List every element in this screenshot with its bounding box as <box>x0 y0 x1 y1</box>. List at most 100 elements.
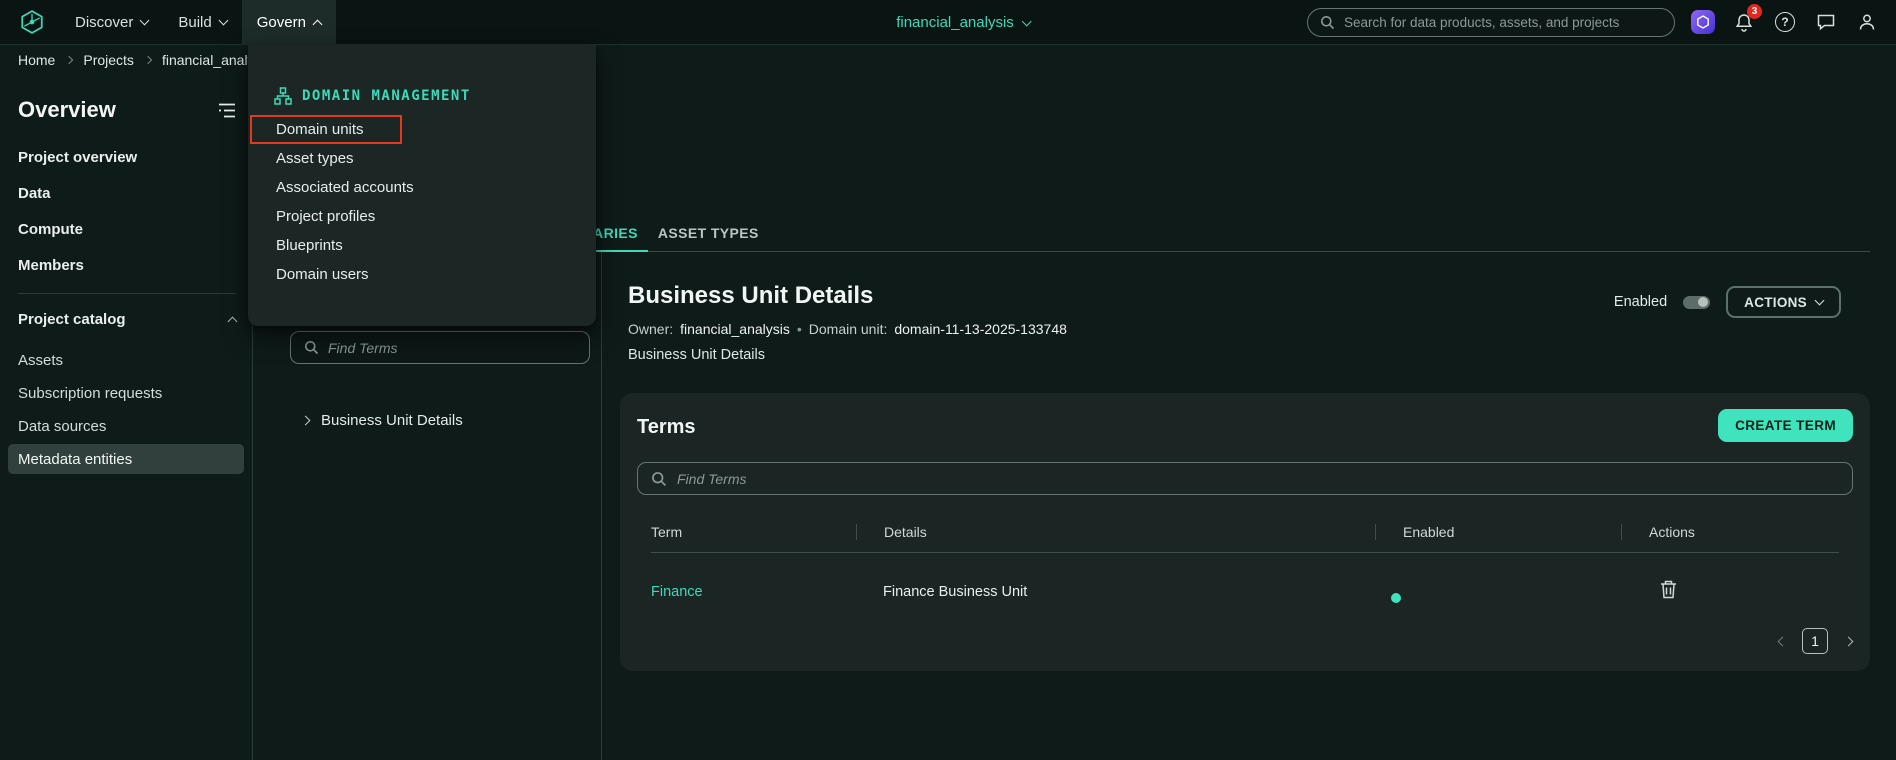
breadcrumb-projects[interactable]: Projects <box>83 52 134 68</box>
sidebar-item-compute[interactable]: Compute <box>18 221 236 238</box>
notification-count-badge: 3 <box>1747 4 1762 19</box>
sidebar-item-members[interactable]: Members <box>18 257 236 274</box>
top-navigation-bar: Discover Build Govern financial_analysis <box>0 0 1896 45</box>
table-row: Finance Finance Business Unit <box>651 553 1839 603</box>
feedback-chat-icon[interactable] <box>1813 9 1839 35</box>
terms-card-header: Terms CREATE TERM <box>637 393 1853 442</box>
terms-card: Terms CREATE TERM Term Details Enabled A… <box>620 393 1870 671</box>
project-selector-label: financial_analysis <box>896 14 1014 31</box>
chevron-right-icon <box>144 56 152 64</box>
topbar-right-controls: 3 ? <box>1307 8 1880 37</box>
search-icon <box>1320 15 1335 30</box>
column-actions: Actions <box>1621 524 1839 540</box>
sidebar-item-assets[interactable]: Assets <box>8 345 244 375</box>
enabled-label: Enabled <box>1614 294 1667 310</box>
user-profile-icon[interactable] <box>1854 9 1880 35</box>
meta-separator: • <box>797 321 802 337</box>
previous-page-button[interactable] <box>1775 638 1789 645</box>
chevron-down-icon <box>140 16 150 26</box>
chevron-down-icon <box>1021 16 1031 26</box>
actions-button-label: ACTIONS <box>1744 295 1807 310</box>
term-link-finance[interactable]: Finance <box>651 584 703 600</box>
chevron-down-icon <box>1815 296 1825 306</box>
sidebar-divider <box>18 293 236 294</box>
actions-button[interactable]: ACTIONS <box>1726 286 1841 318</box>
domain-unit-value: domain-11-13-2025-133748 <box>894 321 1067 337</box>
column-details: Details <box>856 524 1375 540</box>
glossary-details-panel: Business Unit Details Owner: financial_a… <box>602 252 1896 760</box>
nav-discover[interactable]: Discover <box>60 0 163 45</box>
glossary-search[interactable] <box>290 331 590 364</box>
create-term-button[interactable]: CREATE TERM <box>1718 409 1853 442</box>
pagination: 1 <box>1775 628 1855 654</box>
sidebar-section-project-catalog[interactable]: Project catalog <box>18 311 236 328</box>
chevron-right-icon <box>65 56 73 64</box>
chevron-down-icon <box>218 16 228 26</box>
sidebar-item-subscription-requests[interactable]: Subscription requests <box>8 378 244 408</box>
app-logo-icon[interactable] <box>18 8 46 36</box>
global-search[interactable] <box>1307 8 1675 37</box>
glossary-description: Business Unit Details <box>628 347 1870 363</box>
menu-item-project-profiles[interactable]: Project profiles <box>248 202 596 231</box>
menu-item-associated-accounts[interactable]: Associated accounts <box>248 173 596 202</box>
search-icon <box>651 471 667 487</box>
breadcrumb-home[interactable]: Home <box>18 52 55 68</box>
page-number[interactable]: 1 <box>1802 628 1828 654</box>
owner-value: financial_analysis <box>680 321 790 337</box>
chevron-right-icon <box>301 416 311 426</box>
project-sidebar: Overview Project overview Data Compute M… <box>0 75 253 760</box>
notifications-bell-icon[interactable]: 3 <box>1731 9 1757 35</box>
sidebar-item-project-overview[interactable]: Project overview <box>18 149 236 166</box>
chevron-up-icon <box>228 317 238 327</box>
domain-management-heading: DOMAIN MANAGEMENT <box>302 88 471 104</box>
terms-title: Terms <box>637 416 696 439</box>
column-enabled: Enabled <box>1375 524 1621 540</box>
govern-dropdown-menu: DOMAIN MANAGEMENT Domain units Asset typ… <box>248 45 596 326</box>
term-details: Finance Business Unit <box>856 584 1375 600</box>
nav-govern-label: Govern <box>257 14 306 31</box>
highlight-box: Domain units <box>250 115 402 144</box>
menu-item-blueprints[interactable]: Blueprints <box>248 231 596 260</box>
nav-build-label: Build <box>178 14 211 31</box>
sidebar-item-metadata-entities[interactable]: Metadata entities <box>8 444 244 474</box>
nav-govern[interactable]: Govern <box>242 0 336 45</box>
sidebar-title: Overview <box>18 97 116 123</box>
next-page-button[interactable] <box>1841 638 1855 645</box>
amazon-q-icon[interactable] <box>1690 9 1716 35</box>
search-icon <box>304 340 319 355</box>
domain-hierarchy-icon <box>274 87 292 105</box>
menu-item-domain-users[interactable]: Domain users <box>248 260 596 289</box>
nav-build[interactable]: Build <box>163 0 241 45</box>
glossary-split-view: Business Unit Details Business Unit Deta… <box>253 252 1896 760</box>
sidebar-header: Overview <box>18 97 236 123</box>
glossary-search-input[interactable] <box>328 340 576 356</box>
glossary-meta: Owner: financial_analysis • Domain unit:… <box>628 321 1870 337</box>
global-search-input[interactable] <box>1344 15 1662 30</box>
terms-table-header: Term Details Enabled Actions <box>651 495 1839 553</box>
glossary-enabled-toggle[interactable] <box>1683 296 1710 309</box>
project-selector[interactable]: financial_analysis <box>896 0 1030 45</box>
terms-search[interactable] <box>637 462 1853 495</box>
menu-item-asset-types[interactable]: Asset types <box>248 144 596 173</box>
menu-item-domain-units[interactable]: Domain units <box>252 117 400 142</box>
owner-label: Owner: <box>628 321 673 337</box>
tab-asset-types[interactable]: ASSET TYPES <box>648 225 769 251</box>
glossary-tree-item[interactable]: Business Unit Details <box>290 412 601 429</box>
help-icon[interactable]: ? <box>1772 9 1798 35</box>
glossary-header-controls: Enabled ACTIONS <box>1614 286 1841 318</box>
project-catalog-items: Assets Subscription requests Data source… <box>18 345 236 474</box>
question-mark-glyph: ? <box>1781 15 1788 29</box>
nav-discover-label: Discover <box>75 14 133 31</box>
sidebar-item-data[interactable]: Data <box>18 185 236 202</box>
collapse-sidebar-icon[interactable] <box>218 103 236 118</box>
terms-search-input[interactable] <box>677 471 1839 487</box>
glossary-tree-panel: Business Unit Details <box>253 252 602 760</box>
domain-unit-label: Domain unit: <box>809 321 888 337</box>
sidebar-item-data-sources[interactable]: Data sources <box>8 411 244 441</box>
govern-menu-header: DOMAIN MANAGEMENT <box>248 83 596 109</box>
project-catalog-label: Project catalog <box>18 311 126 328</box>
delete-term-trash-icon[interactable] <box>1660 580 1677 599</box>
chevron-up-icon <box>312 19 322 29</box>
glossary-tree-item-label: Business Unit Details <box>321 412 463 429</box>
column-term: Term <box>651 524 856 540</box>
